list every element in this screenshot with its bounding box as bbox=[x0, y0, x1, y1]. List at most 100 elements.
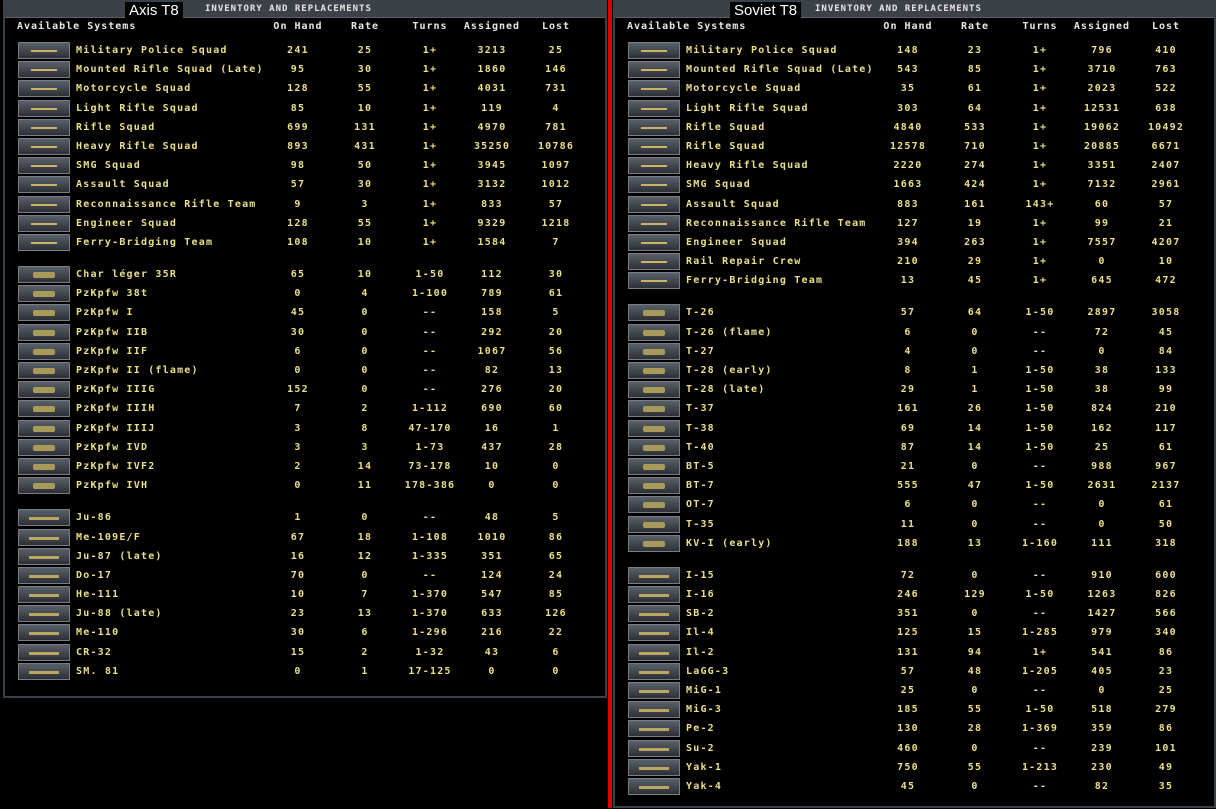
infantry-unit-icon[interactable] bbox=[18, 118, 70, 136]
armor-unit-icon[interactable] bbox=[18, 304, 70, 322]
system-row[interactable]: PzKpfw IVD 3 3 1-73 437 28 bbox=[5, 438, 605, 457]
air-unit-icon[interactable] bbox=[628, 739, 680, 757]
system-row[interactable]: Il-2 131 94 1+ 541 86 bbox=[615, 643, 1214, 662]
system-row[interactable]: Ju-86 1 0 -- 48 5 bbox=[5, 508, 605, 527]
infantry-unit-icon[interactable] bbox=[628, 253, 680, 271]
system-row[interactable]: T-40 87 14 1-50 25 61 bbox=[615, 438, 1214, 457]
system-row[interactable]: PzKpfw IVF2 2 14 73-178 10 0 bbox=[5, 457, 605, 476]
infantry-unit-icon[interactable] bbox=[18, 157, 70, 175]
armor-unit-icon[interactable] bbox=[628, 342, 680, 360]
armor-unit-icon[interactable] bbox=[628, 381, 680, 399]
infantry-unit-icon[interactable] bbox=[18, 195, 70, 213]
system-row[interactable]: T-38 69 14 1-50 162 117 bbox=[615, 419, 1214, 438]
system-row[interactable]: Assault Squad 57 30 1+ 3132 1012 bbox=[5, 175, 605, 194]
system-row[interactable]: Reconnaissance Rifle Team 9 3 1+ 833 57 bbox=[5, 195, 605, 214]
system-row[interactable]: Yak-4 45 0 -- 82 35 bbox=[615, 777, 1214, 796]
system-row[interactable]: T-28 (early) 8 1 1-50 38 133 bbox=[615, 361, 1214, 380]
system-row[interactable]: Assault Squad 883 161 143+ 60 57 bbox=[615, 195, 1214, 214]
system-row[interactable]: Me-109E/F 67 18 1-108 1010 86 bbox=[5, 528, 605, 547]
system-row[interactable]: Light Rifle Squad 303 64 1+ 12531 638 bbox=[615, 99, 1214, 118]
air-unit-icon[interactable] bbox=[628, 777, 680, 795]
system-row[interactable]: Il-4 125 15 1-285 979 340 bbox=[615, 623, 1214, 642]
system-row[interactable]: Ferry-Bridging Team 108 10 1+ 1584 7 bbox=[5, 233, 605, 252]
armor-unit-icon[interactable] bbox=[628, 400, 680, 418]
system-row[interactable]: Do-17 70 0 -- 124 24 bbox=[5, 566, 605, 585]
system-row[interactable]: Light Rifle Squad 85 10 1+ 119 4 bbox=[5, 99, 605, 118]
system-row[interactable]: Motorcycle Squad 35 61 1+ 2023 522 bbox=[615, 79, 1214, 98]
air-unit-icon[interactable] bbox=[628, 758, 680, 776]
system-row[interactable]: T-28 (late) 29 1 1-50 38 99 bbox=[615, 380, 1214, 399]
infantry-unit-icon[interactable] bbox=[628, 157, 680, 175]
system-row[interactable]: SM. 81 0 1 17-125 0 0 bbox=[5, 662, 605, 681]
system-row[interactable]: Pe-2 130 28 1-369 359 86 bbox=[615, 719, 1214, 738]
armor-unit-icon[interactable] bbox=[18, 400, 70, 418]
system-row[interactable]: Reconnaissance Rifle Team 127 19 1+ 99 21 bbox=[615, 214, 1214, 233]
system-row[interactable]: Mounted Rifle Squad (Late) 543 85 1+ 3710 763 bbox=[615, 60, 1214, 79]
system-row[interactable]: Engineer Squad 128 55 1+ 9329 1218 bbox=[5, 214, 605, 233]
infantry-unit-icon[interactable] bbox=[18, 61, 70, 79]
system-row[interactable]: KV-I (early) 188 13 1-160 111 318 bbox=[615, 534, 1214, 553]
air-unit-icon[interactable] bbox=[18, 566, 70, 584]
system-row[interactable]: Yak-1 750 55 1-213 230 49 bbox=[615, 758, 1214, 777]
system-row[interactable]: BT-7 555 47 1-50 2631 2137 bbox=[615, 476, 1214, 495]
armor-unit-icon[interactable] bbox=[18, 323, 70, 341]
armor-unit-icon[interactable] bbox=[628, 323, 680, 341]
armor-unit-icon[interactable] bbox=[18, 419, 70, 437]
armor-unit-icon[interactable] bbox=[628, 457, 680, 475]
air-unit-icon[interactable] bbox=[628, 566, 680, 584]
infantry-unit-icon[interactable] bbox=[628, 80, 680, 98]
system-row[interactable]: SB-2 351 0 -- 1427 566 bbox=[615, 604, 1214, 623]
air-unit-icon[interactable] bbox=[628, 605, 680, 623]
system-row[interactable]: PzKpfw IVH 0 11 178-386 0 0 bbox=[5, 476, 605, 495]
armor-unit-icon[interactable] bbox=[18, 438, 70, 456]
air-unit-icon[interactable] bbox=[18, 586, 70, 604]
infantry-unit-icon[interactable] bbox=[628, 214, 680, 232]
air-unit-icon[interactable] bbox=[18, 662, 70, 680]
armor-unit-icon[interactable] bbox=[628, 304, 680, 322]
infantry-unit-icon[interactable] bbox=[628, 118, 680, 136]
air-unit-icon[interactable] bbox=[628, 624, 680, 642]
system-row[interactable]: Heavy Rifle Squad 2220 274 1+ 3351 2407 bbox=[615, 156, 1214, 175]
infantry-unit-icon[interactable] bbox=[18, 137, 70, 155]
system-row[interactable]: Mounted Rifle Squad (Late) 95 30 1+ 1860 146 bbox=[5, 60, 605, 79]
system-row[interactable]: PzKpfw IIF 6 0 -- 1067 56 bbox=[5, 342, 605, 361]
air-unit-icon[interactable] bbox=[18, 547, 70, 565]
infantry-unit-icon[interactable] bbox=[18, 80, 70, 98]
system-row[interactable]: BT-5 21 0 -- 988 967 bbox=[615, 457, 1214, 476]
system-row[interactable]: T-37 161 26 1-50 824 210 bbox=[615, 399, 1214, 418]
system-row[interactable]: Ferry-Bridging Team 13 45 1+ 645 472 bbox=[615, 271, 1214, 290]
armor-unit-icon[interactable] bbox=[628, 419, 680, 437]
armor-unit-icon[interactable] bbox=[18, 381, 70, 399]
system-row[interactable]: Rail Repair Crew 210 29 1+ 0 10 bbox=[615, 252, 1214, 271]
system-row[interactable]: Su-2 460 0 -- 239 101 bbox=[615, 739, 1214, 758]
system-row[interactable]: OT-7 6 0 -- 0 61 bbox=[615, 495, 1214, 514]
system-row[interactable]: Char léger 35R 65 10 1-50 112 30 bbox=[5, 265, 605, 284]
system-row[interactable]: Heavy Rifle Squad 893 431 1+ 35250 10786 bbox=[5, 137, 605, 156]
system-row[interactable]: T-27 4 0 -- 0 84 bbox=[615, 342, 1214, 361]
infantry-unit-icon[interactable] bbox=[628, 176, 680, 194]
infantry-unit-icon[interactable] bbox=[18, 214, 70, 232]
system-row[interactable]: LaGG-3 57 48 1-205 405 23 bbox=[615, 662, 1214, 681]
armor-unit-icon[interactable] bbox=[628, 496, 680, 514]
infantry-unit-icon[interactable] bbox=[18, 42, 70, 59]
system-row[interactable]: Motorcycle Squad 128 55 1+ 4031 731 bbox=[5, 79, 605, 98]
infantry-unit-icon[interactable] bbox=[18, 176, 70, 194]
system-row[interactable]: PzKpfw IIIH 7 2 1-112 690 60 bbox=[5, 399, 605, 418]
armor-unit-icon[interactable] bbox=[18, 477, 70, 495]
air-unit-icon[interactable] bbox=[18, 528, 70, 546]
system-row[interactable]: PzKpfw IIB 30 0 -- 292 20 bbox=[5, 323, 605, 342]
system-row[interactable]: Me-110 30 6 1-296 216 22 bbox=[5, 623, 605, 642]
armor-unit-icon[interactable] bbox=[18, 285, 70, 303]
system-row[interactable]: MiG-3 185 55 1-50 518 279 bbox=[615, 700, 1214, 719]
system-row[interactable]: PzKpfw IIIG 152 0 -- 276 20 bbox=[5, 380, 605, 399]
air-unit-icon[interactable] bbox=[628, 701, 680, 719]
armor-unit-icon[interactable] bbox=[18, 362, 70, 379]
air-unit-icon[interactable] bbox=[628, 662, 680, 680]
system-row[interactable]: PzKpfw 38t 0 4 1-100 789 61 bbox=[5, 284, 605, 303]
system-row[interactable]: T-26 (flame) 6 0 -- 72 45 bbox=[615, 323, 1214, 342]
system-row[interactable]: Military Police Squad 148 23 1+ 796 410 bbox=[615, 41, 1214, 60]
air-unit-icon[interactable] bbox=[18, 605, 70, 623]
air-unit-icon[interactable] bbox=[18, 509, 70, 527]
infantry-unit-icon[interactable] bbox=[18, 233, 70, 251]
armor-unit-icon[interactable] bbox=[18, 342, 70, 360]
